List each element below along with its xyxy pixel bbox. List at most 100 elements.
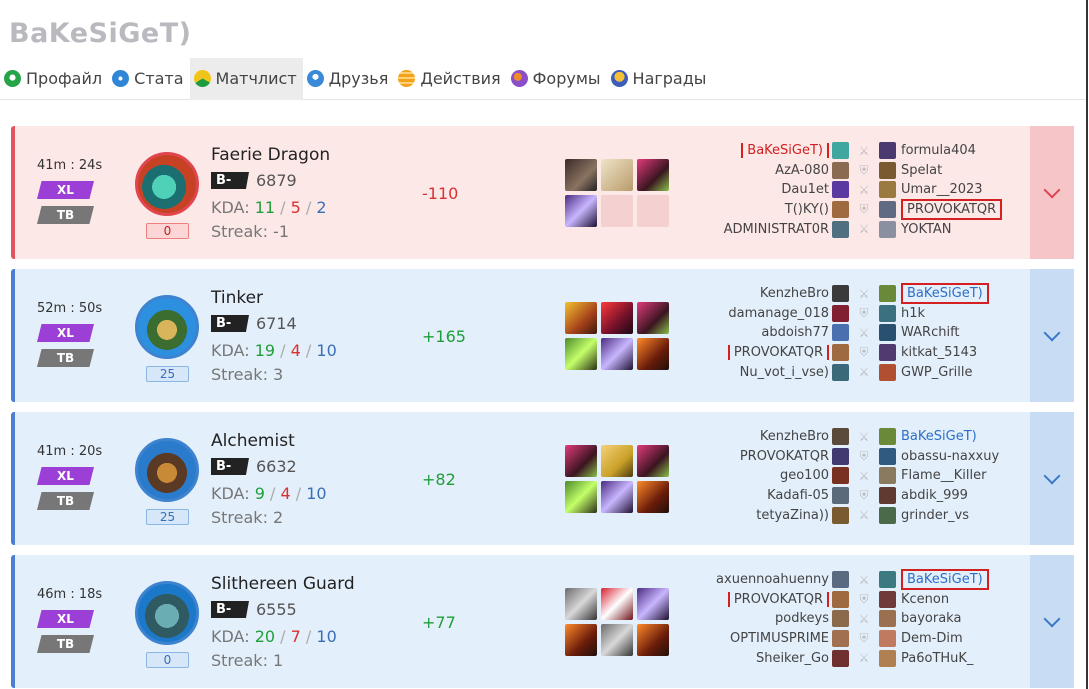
hero-icon — [879, 363, 896, 381]
hero-icon — [832, 161, 849, 179]
player-row: podkeys ⚔ bayoraka — [695, 609, 1025, 629]
radiant-player-link[interactable]: Nu_vot_i_vse) — [695, 365, 832, 380]
dire-player-link[interactable]: h1k — [896, 306, 925, 321]
hero-icon — [879, 590, 896, 608]
radiant-player-link[interactable]: podkeys — [695, 611, 832, 626]
dire-player-link[interactable]: Dem-Dim — [896, 631, 963, 646]
radiant-player-link[interactable]: AzA-080 — [695, 163, 832, 178]
match-card[interactable]: 52m : 50s XL TB 25 Tinker B- 6714 KDA: 19… — [11, 269, 1074, 402]
hero-icon — [879, 487, 896, 505]
hero-icon — [879, 285, 896, 303]
item-icon — [565, 159, 597, 191]
mmr-value: 6632 — [256, 457, 297, 476]
tab-awards[interactable]: Награды — [607, 58, 713, 100]
dire-player-link[interactable]: bayoraka — [896, 611, 961, 626]
hero-name: Alchemist — [211, 431, 295, 451]
dire-player-link[interactable]: abdik_999 — [896, 488, 968, 503]
deaths: 5 — [290, 198, 301, 217]
hero-icon — [832, 324, 849, 342]
tab-profile[interactable]: Профайл — [0, 58, 108, 100]
hero-icon — [832, 428, 849, 446]
dire-player-link[interactable]: Kcenon — [896, 592, 949, 607]
rank-badge: B- — [211, 172, 249, 189]
dire-player-link[interactable]: Flame__Killer — [896, 468, 986, 483]
dire-player-link[interactable]: BaKeSiGeT) — [901, 429, 977, 444]
radiant-player-link[interactable]: T()KY() — [695, 202, 832, 217]
crossed-swords-icon: ⚔ — [858, 365, 870, 380]
tab-friends[interactable]: Друзья — [303, 58, 395, 100]
radiant-player-link[interactable]: abdoish77 — [695, 325, 832, 340]
profile-icon — [4, 70, 21, 87]
tab-stats[interactable]: Стата — [108, 58, 189, 100]
radiant-player-link[interactable]: tetyaZina)) — [695, 508, 832, 523]
dire-player-link[interactable]: Pa6oTHuK_ — [896, 651, 973, 666]
tab-forums[interactable]: Форумы — [507, 58, 607, 100]
empty-item-slot — [601, 195, 633, 227]
dire-player-link[interactable]: formula404 — [896, 143, 976, 158]
expand-match-button[interactable] — [1030, 269, 1074, 402]
streak: Streak: 2 — [211, 508, 284, 527]
radiant-player-link[interactable]: damanage_018 — [695, 306, 832, 321]
match-card[interactable]: 41m : 20s XL TB 25 Alchemist B- 6632 KDA:… — [11, 412, 1074, 545]
hero-icon — [879, 428, 896, 446]
radiant-player-link[interactable]: PROVOKATQR — [727, 591, 829, 607]
radiant-player-link[interactable]: BaKeSiGeT) — [741, 143, 829, 159]
mmr-value: 6879 — [256, 171, 297, 190]
player-row: KenzheBro ⚔ BaKeSiGeT) — [695, 427, 1025, 447]
radiant-player-link[interactable]: PROVOKATQR — [695, 449, 832, 464]
dire-player-link[interactable]: grinder_vs — [896, 508, 969, 523]
player-list: BaKeSiGeT) ⚔ formula404 AzA-080 ⛨ Spelat Dau… — [695, 141, 1025, 239]
radiant-player-link[interactable]: ADMINISTRAT0R — [695, 222, 832, 237]
dire-player-link[interactable]: BaKeSiGeT) — [901, 283, 989, 305]
radiant-player-link[interactable]: KenzheBro — [695, 429, 832, 444]
streak: Streak: 1 — [211, 651, 284, 670]
dire-player-link[interactable]: PROVOKATQR — [901, 199, 1003, 221]
hero-avatar — [135, 438, 199, 502]
match-card[interactable]: 46m : 18s XL TB 0 Slithereen Guard B- 655… — [11, 555, 1074, 688]
chevron-down-icon — [1043, 181, 1061, 198]
tab-label: Матчлист — [215, 69, 297, 88]
radiant-player-link[interactable]: OPTIMUSPRIME — [695, 631, 832, 646]
dire-player-link[interactable]: GWP_Grille — [896, 365, 973, 380]
mmr-delta: +165 — [422, 327, 466, 346]
radiant-player-link[interactable]: geo100 — [695, 468, 832, 483]
mode-badge-tb: TB — [37, 349, 94, 367]
radiant-player-link[interactable]: KenzheBro — [695, 286, 832, 301]
radiant-player-link[interactable]: Sheiker_Go — [695, 651, 832, 666]
radiant-player-link[interactable]: Dau1et — [695, 182, 832, 197]
dire-player-link[interactable]: kitkat_5143 — [896, 345, 977, 360]
kills: 20 — [254, 627, 276, 646]
tab-actions[interactable]: Действия — [394, 58, 506, 100]
radiant-player-link[interactable]: Kadafi-05 — [695, 488, 832, 503]
match-card[interactable]: 41m : 24s XL TB 0 Faerie Dragon B- 6879 K… — [11, 126, 1074, 259]
dire-player-link[interactable]: BaKeSiGeT) — [901, 569, 989, 591]
expand-match-button[interactable] — [1030, 412, 1074, 545]
expand-match-button[interactable] — [1030, 555, 1074, 688]
shield-icon: ⛨ — [859, 202, 869, 217]
hero-avatar — [135, 152, 199, 216]
dire-player-link[interactable]: YOKTAN — [896, 222, 952, 237]
radiant-player-link[interactable]: PROVOKATQR — [727, 345, 829, 361]
radiant-player-link[interactable]: axuennoahuenny — [695, 572, 832, 587]
dire-player-link[interactable]: obassu-naxxuy — [896, 449, 999, 464]
hero-icon — [879, 181, 896, 199]
hero-icon — [832, 220, 849, 238]
tab-matchlist[interactable]: Матчлист — [189, 57, 303, 100]
hero-icon — [832, 649, 849, 667]
hero-icon — [832, 571, 849, 589]
item-icon — [637, 445, 669, 477]
tab-label: Действия — [420, 69, 501, 88]
expand-match-button[interactable] — [1030, 126, 1074, 259]
shield-icon: ⛨ — [859, 162, 869, 177]
dire-player-link[interactable]: Umar__2023 — [896, 182, 983, 197]
mode-badge-xl: XL — [37, 610, 94, 628]
player-row: OPTIMUSPRIME ⛨ Dem-Dim — [695, 629, 1025, 649]
item-icon — [637, 302, 669, 334]
item-icon — [601, 588, 633, 620]
dire-player-link[interactable]: Spelat — [896, 163, 942, 178]
hero-icon — [832, 344, 849, 362]
player-row: BaKeSiGeT) ⚔ formula404 — [695, 141, 1025, 161]
shield-icon: ⛨ — [859, 591, 869, 606]
dire-player-link[interactable]: WARchift — [896, 325, 960, 340]
shield-icon: ⛨ — [859, 448, 869, 463]
